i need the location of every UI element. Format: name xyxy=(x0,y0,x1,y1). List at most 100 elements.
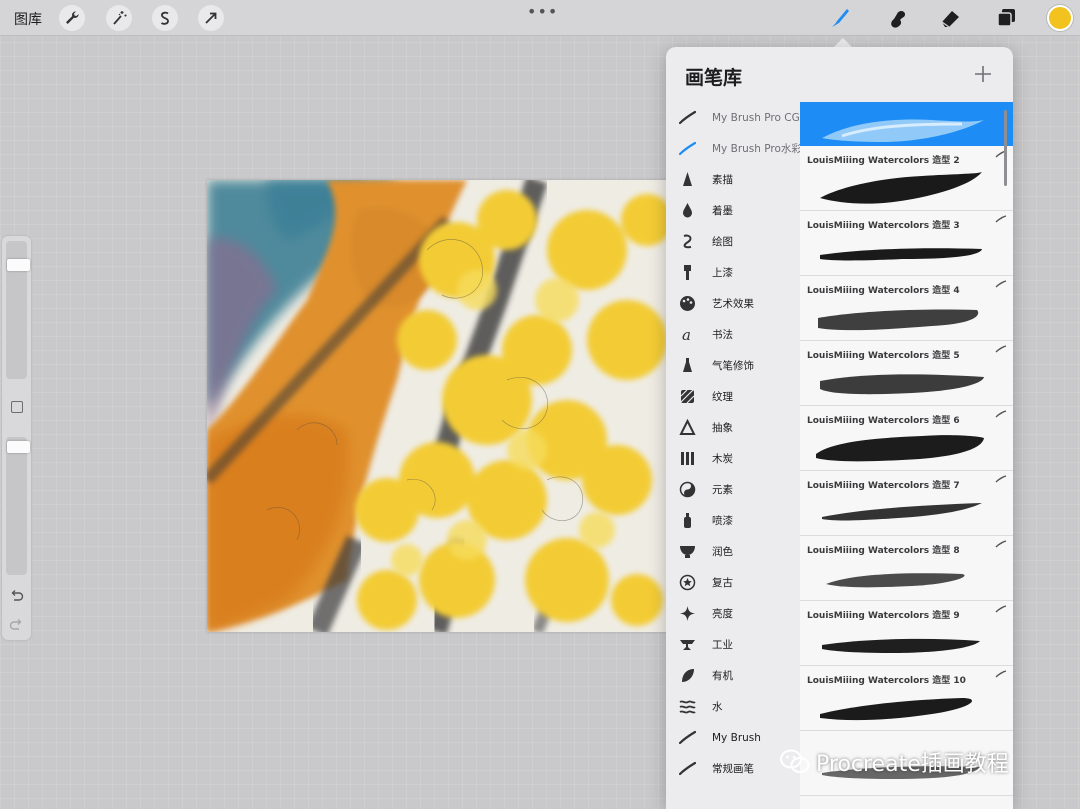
brush-set-inking[interactable]: 着墨 xyxy=(666,195,800,226)
brush-set-label: 常规画笔 xyxy=(712,763,754,775)
brush-list: LouisMiiing Watercolors 造型 2 LouisMiiing… xyxy=(800,102,1013,809)
brush-mini-icon xyxy=(995,345,1007,353)
brush-set-sketching[interactable]: 素描 xyxy=(666,164,800,195)
brush-set-label: 工业 xyxy=(712,639,733,651)
brush-set-artistic[interactable]: 艺术效果 xyxy=(666,288,800,319)
brush-size-slider[interactable] xyxy=(6,241,30,379)
brush-set-charcoals[interactable]: 木炭 xyxy=(666,443,800,474)
more-options-dots[interactable]: ••• xyxy=(527,2,558,21)
brush-set-label: 抽象 xyxy=(712,422,733,434)
sparkle-icon xyxy=(679,605,696,622)
brush-mini-icon xyxy=(995,605,1007,613)
brush-size-thumb[interactable] xyxy=(7,259,30,271)
brush-set-label: 绘图 xyxy=(712,236,733,248)
panel-title: 画笔库 xyxy=(685,67,743,89)
brush-set-industrial[interactable]: 工业 xyxy=(666,629,800,660)
leaf-icon xyxy=(679,667,696,684)
left-sidebar xyxy=(2,236,31,640)
brush-set-spray-paints[interactable]: 喷漆 xyxy=(666,505,800,536)
brush-set-water[interactable]: 水 xyxy=(666,691,800,722)
plus-icon[interactable] xyxy=(972,63,994,85)
brush-stroke-icon xyxy=(678,760,697,777)
brush-set-label: My Brush xyxy=(712,731,761,744)
brush-set-label: 素描 xyxy=(712,174,733,186)
brush-set-luminance[interactable]: 亮度 xyxy=(666,598,800,629)
brush-set-airbrushing[interactable]: 气笔修饰 xyxy=(666,350,800,381)
eraser-icon[interactable] xyxy=(938,5,964,31)
charcoal-bars-icon xyxy=(679,450,696,467)
brush-mini-icon xyxy=(995,670,1007,678)
modify-square-icon[interactable] xyxy=(11,401,23,413)
brush-stroke-icon xyxy=(678,729,697,746)
watermark: Procreate插画教程 xyxy=(780,745,1009,779)
brush-set-my-brush-pro-cg[interactable]: My Brush Pro CG xyxy=(666,102,800,133)
brush-library-panel: 画笔库 My Brush Pro CG My Brush Pro水彩 素描 着墨… xyxy=(666,47,1013,809)
brush-row[interactable]: LouisMiiing Watercolors 造型 2 xyxy=(800,146,1013,211)
transform-arrow-icon[interactable] xyxy=(198,5,224,31)
brush-row[interactable]: LouisMiiing Watercolors 造型 7 xyxy=(800,471,1013,536)
triangle-icon xyxy=(679,418,696,436)
layers-icon[interactable] xyxy=(993,5,1019,31)
selection-icon[interactable] xyxy=(152,5,178,31)
calligraphy-a-icon: a xyxy=(679,326,696,344)
gallery-button[interactable]: 图库 xyxy=(14,9,42,29)
brush-row[interactable]: LouisMiiing Watercolors 造型 8 xyxy=(800,536,1013,601)
brush-row[interactable]: LouisMiiing Watercolors 造型 4 xyxy=(800,276,1013,341)
wrench-icon[interactable] xyxy=(59,5,85,31)
airbrush-icon xyxy=(679,357,696,374)
opacity-slider[interactable] xyxy=(6,437,30,575)
brush-set-label: 着墨 xyxy=(712,205,733,217)
brush-set-textures[interactable]: 纹理 xyxy=(666,381,800,412)
brush-set-my-brush-pro-watercolor[interactable]: My Brush Pro水彩 xyxy=(666,133,802,164)
brush-set-organic[interactable]: 有机 xyxy=(666,660,800,691)
brush-set-label: 水 xyxy=(712,701,723,713)
brush-row[interactable]: LouisMiiing Watercolors 造型 3 xyxy=(800,211,1013,276)
brush-set-label: My Brush Pro水彩 xyxy=(712,143,802,155)
brush-mini-icon xyxy=(995,280,1007,288)
pencil-tip-icon xyxy=(679,171,696,188)
canvas-artwork[interactable] xyxy=(207,180,667,632)
brush-list-scroll-indicator xyxy=(1004,110,1007,186)
brush-stroke-preview xyxy=(826,573,965,588)
brush-set-vintage[interactable]: 复古 xyxy=(666,567,800,598)
brush-set-label: 书法 xyxy=(712,329,733,341)
brush-row[interactable]: LouisMiiing Watercolors 造型 9 xyxy=(800,601,1013,666)
watermark-text: Procreate插画教程 xyxy=(816,752,1009,777)
brush-stroke-preview xyxy=(820,698,972,721)
brush-set-abstract[interactable]: 抽象 xyxy=(666,412,800,443)
brush-set-label: 纹理 xyxy=(712,391,733,403)
smudge-icon[interactable] xyxy=(884,5,910,31)
brush-set-label: My Brush Pro CG xyxy=(712,111,800,124)
brush-set-painting[interactable]: 上漆 xyxy=(666,257,800,288)
spray-can-icon xyxy=(679,512,696,529)
ink-drop-icon xyxy=(679,202,696,219)
star-badge-icon xyxy=(679,574,696,591)
paint-brush-icon xyxy=(679,264,696,281)
brush-set-list: My Brush Pro CG My Brush Pro水彩 素描 着墨 绘图 … xyxy=(666,102,802,809)
brush-stroke-preview xyxy=(822,503,982,521)
magic-wand-icon[interactable] xyxy=(106,5,132,31)
brush-set-label: 气笔修饰 xyxy=(712,360,754,372)
brush-stroke-preview xyxy=(816,435,984,462)
brush-row[interactable]: LouisMiiing Watercolors 造型 10 xyxy=(800,666,1013,731)
brush-set-label: 复古 xyxy=(712,577,733,589)
redo-icon[interactable] xyxy=(8,616,25,633)
color-swatch[interactable] xyxy=(1047,5,1073,31)
brush-set-label: 有机 xyxy=(712,670,733,682)
brush-set-label: 润色 xyxy=(712,546,733,558)
undo-icon[interactable] xyxy=(8,587,25,604)
brush-row[interactable]: LouisMiiing Watercolors 造型 5 xyxy=(800,341,1013,406)
anvil-icon xyxy=(679,636,696,653)
brush-mini-icon xyxy=(995,475,1007,483)
brush-set-calligraphy[interactable]: a 书法 xyxy=(666,319,800,350)
opacity-thumb[interactable] xyxy=(7,441,30,453)
watercolor-painting xyxy=(207,180,667,632)
brush-row[interactable]: LouisMiiing Watercolors 造型 6 xyxy=(800,406,1013,471)
brush-set-drawing[interactable]: 绘图 xyxy=(666,226,800,257)
brush-stroke-preview xyxy=(820,374,984,395)
brush-icon[interactable] xyxy=(828,5,854,31)
brush-set-elements[interactable]: 元素 xyxy=(666,474,800,505)
brush-mini-icon xyxy=(995,410,1007,418)
yin-yang-icon xyxy=(679,481,696,498)
brush-set-touchups[interactable]: 润色 xyxy=(666,536,800,567)
